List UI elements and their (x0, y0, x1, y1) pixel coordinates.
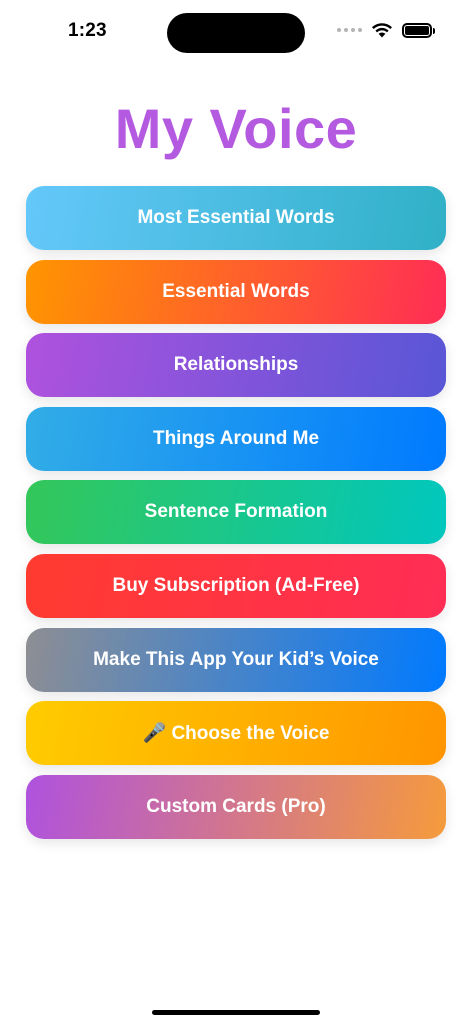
home-indicator[interactable] (152, 1010, 320, 1015)
battery-icon (402, 22, 435, 38)
buy-subscription-button[interactable]: Buy Subscription (Ad-Free) (26, 553, 446, 618)
dynamic-island (167, 13, 305, 53)
cellular-signal-icon (337, 28, 362, 32)
status-time: 1:23 (68, 20, 107, 41)
essential-words-button[interactable]: Essential Words (26, 259, 446, 324)
things-around-me-button[interactable]: Things Around Me (26, 406, 446, 471)
status-bar-right (337, 22, 435, 38)
most-essential-words-button[interactable]: Most Essential Words (26, 186, 446, 250)
custom-cards-button[interactable]: Custom Cards (Pro) (26, 774, 446, 839)
sentence-formation-button[interactable]: Sentence Formation (26, 480, 446, 545)
app-screen: 1:23 My Voice Most Essential Words Essen… (0, 0, 472, 1024)
page-title: My Voice (114, 97, 358, 160)
category-menu: Most Essential Words Essential Words Rel… (26, 186, 446, 848)
kids-voice-button[interactable]: Make This App Your Kid’s Voice (26, 627, 446, 692)
wifi-icon (372, 23, 392, 38)
relationships-button[interactable]: Relationships (26, 333, 446, 398)
choose-voice-button[interactable]: 🎤 Choose the Voice (26, 701, 446, 766)
